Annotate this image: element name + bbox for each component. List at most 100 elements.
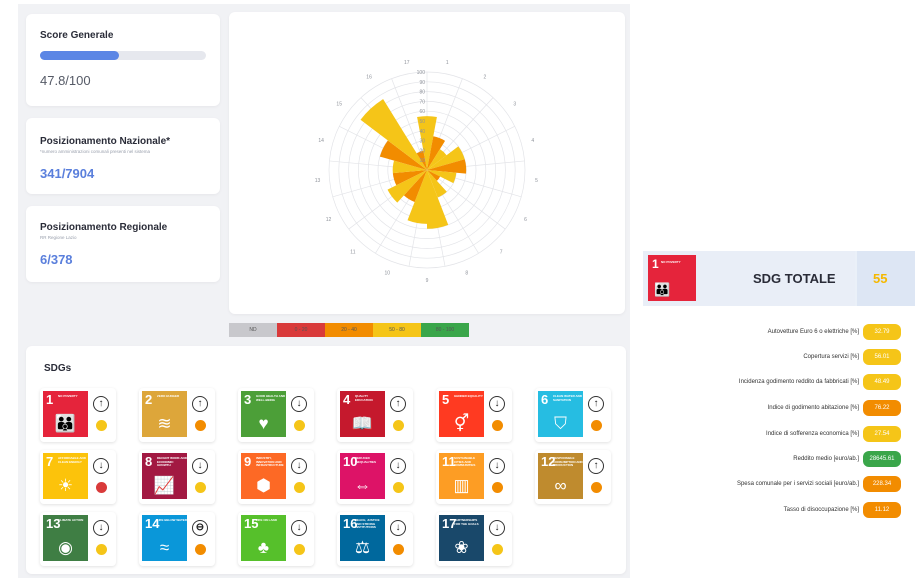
sdg-tile[interactable]: 3 Good health and well-being ♥ — [241, 391, 286, 437]
indicator-value-badge: 27.54 — [863, 426, 901, 442]
regional-subtitle: RR Regione Lazio — [40, 235, 77, 240]
sdg-card-10[interactable]: 10 Reduced inequalities ⇔ ↓ — [337, 450, 413, 504]
sdg-detail-badge: 1 No poverty 👪 — [648, 255, 696, 301]
sdg-label: Life on land — [256, 518, 277, 522]
category-label: 9 — [426, 278, 429, 284]
sdg-tile[interactable]: 12 Responsible consumption and productio… — [538, 453, 583, 499]
trend-arrow-icon: ↓ — [291, 396, 307, 412]
sdg-tile[interactable]: 1 No poverty 👪 — [43, 391, 88, 437]
sdg-tile[interactable]: 4 Quality education 📖 — [340, 391, 385, 437]
trend-arrow-icon: ↓ — [291, 520, 307, 536]
sdg-tile[interactable]: 6 Clean water and sanitation ⛉ — [538, 391, 583, 437]
badge-label: No poverty — [661, 260, 681, 264]
sdg-card-11[interactable]: 11 Sustainable cities and communities ▥ … — [436, 450, 512, 504]
sdg-card-1[interactable]: 1 No poverty 👪 ↑ — [40, 388, 116, 442]
status-dot — [492, 482, 503, 493]
sdg-goal-icon: ≈ — [159, 538, 170, 557]
category-label: 2 — [484, 74, 487, 80]
sdg-tile[interactable]: 13 Climate action ◉ — [43, 515, 88, 561]
sdg-card-14[interactable]: 14 Life below water ≈ ⊖ — [139, 512, 215, 566]
status-dot — [591, 482, 602, 493]
sdg-detail-panel: 1 No poverty 👪 SDG TOTALE 55 Autovetture… — [633, 248, 915, 570]
indicator-value-badge: 32.79 — [863, 324, 901, 340]
trend-arrow-icon: ↓ — [489, 520, 505, 536]
sdg-goal-icon: ⇔ — [354, 476, 371, 495]
sdg-card-8[interactable]: 8 Decent work and economic growth 📈 ↓ — [139, 450, 215, 504]
sdg-tile[interactable]: 7 Affordable and clean energy ☀ — [43, 453, 88, 499]
sdg-tile[interactable]: 9 Industry, innovation and infrastructur… — [241, 453, 286, 499]
legend-item: 50 - 80 — [373, 323, 421, 337]
status-dot — [294, 482, 305, 493]
sdg-card-6[interactable]: 6 Clean water and sanitation ⛉ ↑ — [535, 388, 611, 442]
status-dot — [96, 544, 107, 555]
sdg-tile[interactable]: 11 Sustainable cities and communities ▥ — [439, 453, 484, 499]
sdg-card-4[interactable]: 4 Quality education 📖 ↑ — [337, 388, 413, 442]
national-subtitle: *numero amministrazioni comunali present… — [40, 149, 151, 154]
radial-chart-card: 10 20 30 40 50 60 70 80 90 100 1 2 3 4 5 6 7 8 9 10 11 12 13 14… — [229, 12, 625, 314]
indicator-value-badge: 11.12 — [863, 502, 901, 518]
sdg-card-9[interactable]: 9 Industry, innovation and infrastructur… — [238, 450, 314, 504]
sdg-tile[interactable]: 8 Decent work and economic growth 📈 — [142, 453, 187, 499]
sdg-number: 3 — [244, 392, 252, 407]
sdg-label: Affordable and clean energy — [58, 456, 86, 464]
category-label: 11 — [350, 249, 355, 255]
sdg-panel-title: SDGs — [44, 363, 72, 374]
sdg-goal-icon: ♥ — [258, 414, 269, 433]
sdg-card-2[interactable]: 2 Zero hunger ≋ ↑ — [139, 388, 215, 442]
sdg-label: Responsible consumption and production — [553, 456, 583, 467]
category-label: 4 — [531, 138, 534, 144]
sdg-card-17[interactable]: 17 Partnerships for the goals ❀ ↓ — [436, 512, 512, 566]
category-label: 8 — [465, 271, 468, 277]
sdg-card-12[interactable]: 12 Responsible consumption and productio… — [535, 450, 611, 504]
sdg-goal-icon: ⬢ — [256, 476, 271, 495]
sdg-tile[interactable]: 15 Life on land ♣ — [241, 515, 286, 561]
status-dot — [393, 544, 404, 555]
indicator-label: Indice di sofferenza economica [%] — [766, 431, 859, 437]
sdg-card-7[interactable]: 7 Affordable and clean energy ☀ ↓ — [40, 450, 116, 504]
sdg-tile[interactable]: 5 Gender equality ⚥ — [439, 391, 484, 437]
category-label: 15 — [336, 102, 342, 108]
badge-number: 1 — [652, 257, 659, 271]
status-dot — [492, 420, 503, 431]
sdg-tile[interactable]: 16 Peace, justice and strong institution… — [340, 515, 385, 561]
trend-arrow-icon: ↓ — [390, 458, 406, 474]
sdg-card-3[interactable]: 3 Good health and well-being ♥ ↓ — [238, 388, 314, 442]
sdg-number: 7 — [46, 454, 54, 469]
radial-tick-label: 20 — [419, 148, 425, 154]
category-label: 7 — [500, 249, 503, 255]
badge-family-icon: 👪 — [654, 282, 671, 297]
sdg-tile[interactable]: 2 Zero hunger ≋ — [142, 391, 187, 437]
category-label: 6 — [524, 217, 527, 223]
sdg-panel: SDGs 1 No poverty 👪 ↑ 2 Zero hunger ≋ ↑ … — [26, 346, 626, 574]
legend-item: 0 - 20 — [277, 323, 325, 337]
sdg-card-15[interactable]: 15 Life on land ♣ ↓ — [238, 512, 314, 566]
indicator-row: Indice di sofferenza economica [%] 27.54 — [766, 426, 901, 442]
indicator-row: Autovetture Euro 6 o elettriche [%] 32.7… — [768, 324, 901, 340]
sdg-detail-header: 1 No poverty 👪 SDG TOTALE 55 — [643, 251, 915, 306]
trend-arrow-icon: ⊖ — [192, 520, 208, 536]
sdg-card-13[interactable]: 13 Climate action ◉ ↓ — [40, 512, 116, 566]
sdg-number: 1 — [46, 392, 54, 407]
indicator-row: Tasso di disoccupazione [%] 11.12 — [784, 502, 901, 518]
chart-legend: ND 0 - 20 20 - 40 50 - 80 80 - 100 — [229, 323, 469, 337]
sdg-card-5[interactable]: 5 Gender equality ⚥ ↓ — [436, 388, 512, 442]
sdg-detail-score-box: 55 — [857, 251, 915, 306]
indicator-label: Autovetture Euro 6 o elettriche [%] — [767, 329, 859, 335]
indicator-row: Incidenza godimento reddito da fabbricat… — [739, 374, 901, 390]
trend-arrow-icon: ↓ — [93, 458, 109, 474]
sdg-label: Quality education — [355, 394, 373, 402]
trend-arrow-icon: ↓ — [192, 458, 208, 474]
indicator-value-badge: 48.49 — [863, 374, 901, 390]
sdg-number: 8 — [145, 454, 153, 469]
national-value: 341/7904 — [40, 166, 95, 181]
sdg-detail-title: SDG TOTALE — [753, 271, 836, 286]
sdg-tile[interactable]: 14 Life below water ≈ — [142, 515, 187, 561]
sdg-tile[interactable]: 17 Partnerships for the goals ❀ — [439, 515, 484, 561]
trend-arrow-icon: ↓ — [291, 458, 307, 474]
sdg-tile[interactable]: 10 Reduced inequalities ⇔ — [340, 453, 385, 499]
category-label: 14 — [318, 138, 324, 144]
category-label: 13 — [315, 178, 321, 184]
sdg-number: 2 — [145, 392, 153, 407]
score-progress-fill — [40, 51, 120, 60]
sdg-card-16[interactable]: 16 Peace, justice and strong institution… — [337, 512, 413, 566]
